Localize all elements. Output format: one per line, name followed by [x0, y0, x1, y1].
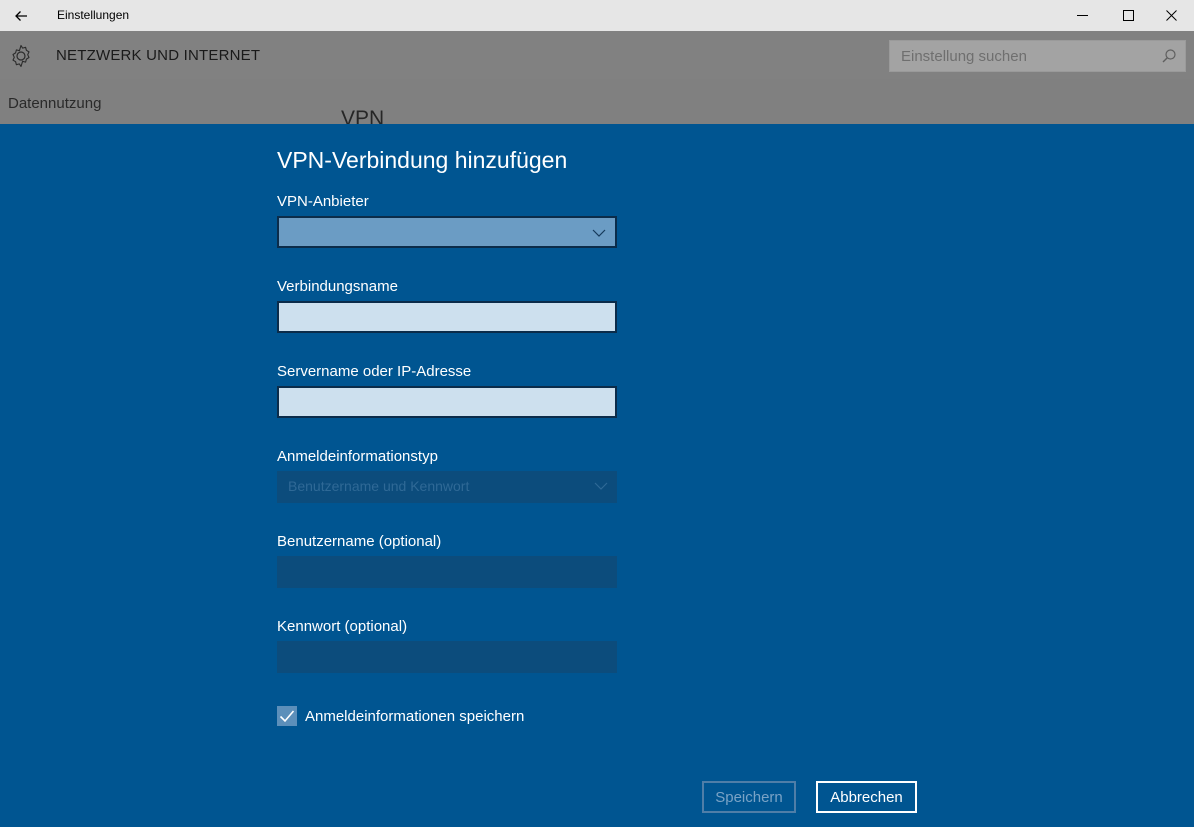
- connection-name-label: Verbindungsname: [277, 278, 398, 295]
- search-box[interactable]: [889, 40, 1186, 72]
- password-field[interactable]: [277, 641, 617, 673]
- provider-dropdown[interactable]: [277, 216, 617, 248]
- settings-header: NETZWERK UND INTERNET: [0, 31, 1194, 79]
- chevron-down-icon: [594, 482, 608, 490]
- cancel-button[interactable]: Abbrechen: [816, 781, 917, 813]
- maximize-button[interactable]: [1105, 0, 1151, 31]
- server-input[interactable]: [279, 388, 615, 416]
- signin-type-label: Anmeldeinformationstyp: [277, 448, 438, 465]
- username-label: Benutzername (optional): [277, 533, 442, 550]
- section-title: NETZWERK UND INTERNET: [56, 47, 261, 64]
- close-button[interactable]: [1148, 0, 1194, 31]
- arrow-left-icon: [15, 10, 27, 21]
- chevron-down-icon: [592, 229, 606, 237]
- connection-name-field[interactable]: [277, 301, 617, 333]
- save-button[interactable]: Speichern: [702, 781, 796, 813]
- password-label: Kennwort (optional): [277, 618, 408, 635]
- username-field[interactable]: [277, 556, 617, 588]
- checkmark-icon: [279, 710, 295, 723]
- minimize-icon: [1076, 15, 1088, 16]
- password-input[interactable]: [277, 641, 617, 673]
- sidebar: Datennutzung: [0, 79, 317, 124]
- window-title: Einstellungen: [57, 8, 130, 22]
- title-bar: Einstellungen: [0, 0, 1194, 31]
- search-input[interactable]: [890, 41, 1155, 71]
- content-area: VPN: [317, 79, 1194, 130]
- add-vpn-dialog: VPN-Verbindung hinzufügen VPN-Anbieter V…: [0, 124, 1194, 827]
- minimize-button[interactable]: [1059, 0, 1105, 31]
- connection-name-input[interactable]: [279, 303, 615, 331]
- signin-type-value: Benutzername und Kennwort: [288, 478, 470, 494]
- search-icon[interactable]: [1161, 48, 1177, 64]
- remember-label[interactable]: Anmeldeinformationen speichern: [305, 708, 524, 725]
- back-button[interactable]: [0, 0, 42, 31]
- provider-label: VPN-Anbieter: [277, 193, 369, 210]
- server-field[interactable]: [277, 386, 617, 418]
- sidebar-item-datennutzung[interactable]: Datennutzung: [8, 95, 101, 112]
- server-label: Servername oder IP-Adresse: [277, 363, 472, 380]
- remember-checkbox[interactable]: [277, 706, 297, 726]
- dialog-title: VPN-Verbindung hinzufügen: [277, 147, 568, 173]
- close-icon: [1165, 10, 1177, 21]
- signin-type-dropdown[interactable]: Benutzername und Kennwort: [277, 471, 617, 503]
- gear-icon: [12, 44, 30, 68]
- username-input[interactable]: [277, 556, 617, 588]
- maximize-icon: [1122, 10, 1134, 21]
